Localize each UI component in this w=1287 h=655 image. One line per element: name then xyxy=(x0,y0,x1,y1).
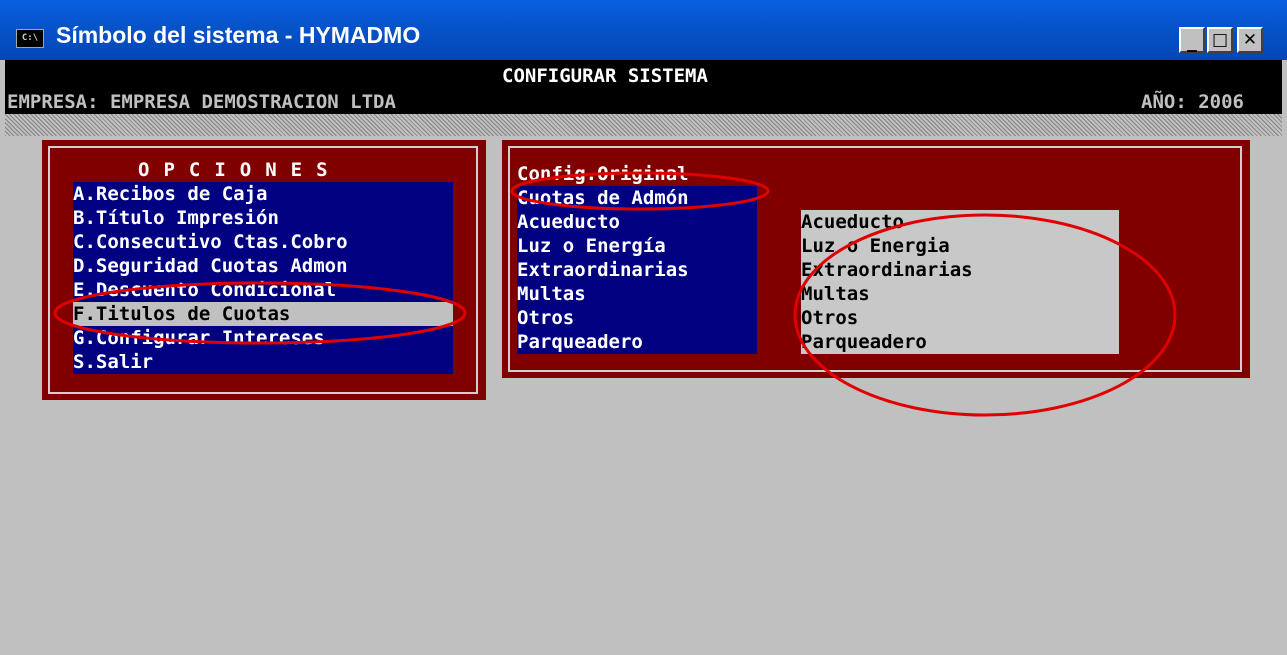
menu-item-seguridad[interactable]: D.Seguridad Cuotas Admon xyxy=(73,254,453,278)
extraordinarias-label[interactable]: Extraordinarias xyxy=(517,258,757,282)
menu-item-titulos-cuotas[interactable]: F.Titulos de Cuotas xyxy=(73,302,453,326)
menu-title: OPCIONES xyxy=(138,159,342,181)
menu-item-descuento[interactable]: E.Descuento Condicional xyxy=(73,278,453,302)
multas-field[interactable]: Multas xyxy=(801,282,1119,306)
parqueadero-field[interactable]: Parqueadero xyxy=(801,330,1119,354)
window-title: Símbolo del sistema - HYMADMO xyxy=(56,22,421,48)
config-original-label[interactable]: Config.Original xyxy=(517,162,757,186)
menu-item-intereses[interactable]: G.Configurar Intereses xyxy=(73,326,453,350)
maximize-button[interactable]: □ xyxy=(1207,27,1233,53)
acueducto-label[interactable]: Acueducto xyxy=(517,210,757,234)
console-area[interactable]: CONFIGURAR SISTEMA EMPRESA: EMPRESA DEMO… xyxy=(5,60,1282,655)
cuotas-admon-label[interactable]: Cuotas de Admón xyxy=(517,186,757,210)
luz-energia-field[interactable]: Luz o Energia xyxy=(801,234,1119,258)
close-button[interactable]: ✕ xyxy=(1237,27,1263,53)
luz-energia-label[interactable]: Luz o Energía xyxy=(517,234,757,258)
extraordinarias-field[interactable]: Extraordinarias xyxy=(801,258,1119,282)
year-label: AÑO: 2006 xyxy=(1141,91,1244,113)
multas-label[interactable]: Multas xyxy=(517,282,757,306)
otros-field[interactable]: Otros xyxy=(801,306,1119,330)
window-titlebar[interactable]: C:\ Símbolo del sistema - HYMADMO _ □ ✕ xyxy=(0,0,1287,60)
screen-title: CONFIGURAR SISTEMA xyxy=(502,65,708,87)
hatch-band xyxy=(5,114,1282,136)
cmd-icon: C:\ xyxy=(16,29,44,48)
otros-label[interactable]: Otros xyxy=(517,306,757,330)
menu-item-titulo-impresion[interactable]: B.Título Impresión xyxy=(73,206,453,230)
options-panel: OPCIONES A.Recibos de Caja B.Título Impr… xyxy=(42,140,486,400)
parqueadero-label[interactable]: Parqueadero xyxy=(517,330,757,354)
menu-item-recibos[interactable]: A.Recibos de Caja xyxy=(73,182,453,206)
minimize-button[interactable]: _ xyxy=(1179,27,1205,53)
menu-item-consecutivo[interactable]: C.Consecutivo Ctas.Cobro xyxy=(73,230,453,254)
menu-item-salir[interactable]: S.Salir xyxy=(73,350,453,374)
config-panel: Config.Original Cuotas de Admón Acueduct… xyxy=(502,140,1250,378)
company-name: EMPRESA: EMPRESA DEMOSTRACION LTDA xyxy=(7,91,396,113)
acueducto-field[interactable]: Acueducto xyxy=(801,210,1119,234)
